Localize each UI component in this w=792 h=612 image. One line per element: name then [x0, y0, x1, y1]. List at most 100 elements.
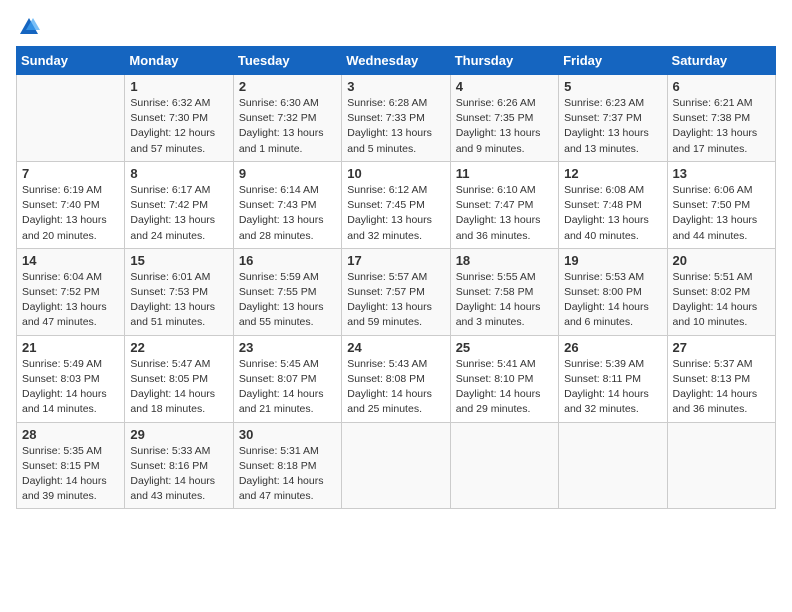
day-info: Sunrise: 5:47 AMSunset: 8:05 PMDaylight:… [130, 357, 227, 418]
day-info: Sunrise: 5:33 AMSunset: 8:16 PMDaylight:… [130, 444, 227, 505]
day-number: 13 [673, 166, 770, 181]
day-number: 20 [673, 253, 770, 268]
calendar-cell: 8 Sunrise: 6:17 AMSunset: 7:42 PMDaylight… [125, 161, 233, 248]
calendar-cell [667, 422, 775, 509]
calendar-cell: 29Sunrise: 5:33 AMSunset: 8:16 PMDayligh… [125, 422, 233, 509]
day-number: 21 [22, 340, 119, 355]
day-info: Sunrise: 6:06 AMSunset: 7:50 PMDaylight:… [673, 183, 770, 244]
day-number: 12 [564, 166, 661, 181]
day-info: Sunrise: 5:57 AMSunset: 7:57 PMDaylight:… [347, 270, 444, 331]
logo [16, 16, 40, 38]
calendar-cell: 21 Sunrise: 5:49 AMSunset: 8:03 PMDayligh… [17, 335, 125, 422]
calendar-cell: 27 Sunrise: 5:37 AMSunset: 8:13 PMDayligh… [667, 335, 775, 422]
calendar-cell: 1 Sunrise: 6:32 AMSunset: 7:30 PMDaylight… [125, 75, 233, 162]
calendar-week-row: 1 Sunrise: 6:32 AMSunset: 7:30 PMDaylight… [17, 75, 776, 162]
day-info: Sunrise: 6:26 AMSunset: 7:35 PMDaylight:… [456, 96, 553, 157]
calendar-week-row: 28 Sunrise: 5:35 AMSunset: 8:15 PMDayligh… [17, 422, 776, 509]
calendar-cell: 22 Sunrise: 5:47 AMSunset: 8:05 PMDayligh… [125, 335, 233, 422]
day-header-wednesday: Wednesday [342, 47, 450, 75]
calendar-cell: 25 Sunrise: 5:41 AMSunset: 8:10 PMDayligh… [450, 335, 558, 422]
day-number: 5 [564, 79, 661, 94]
day-info: Sunrise: 5:41 AMSunset: 8:10 PMDaylight:… [456, 357, 553, 418]
day-info: Sunrise: 6:04 AMSunset: 7:52 PMDaylight:… [22, 270, 119, 331]
day-header-sunday: Sunday [17, 47, 125, 75]
calendar-cell: 26 Sunrise: 5:39 AMSunset: 8:11 PMDayligh… [559, 335, 667, 422]
calendar-week-row: 7Sunrise: 6:19 AMSunset: 7:40 PMDaylight… [17, 161, 776, 248]
day-number: 14 [22, 253, 119, 268]
day-number: 23 [239, 340, 336, 355]
day-number: 3 [347, 79, 444, 94]
day-info: Sunrise: 6:12 AMSunset: 7:45 PMDaylight:… [347, 183, 444, 244]
day-header-tuesday: Tuesday [233, 47, 341, 75]
calendar-cell: 18Sunrise: 5:55 AMSunset: 7:58 PMDayligh… [450, 248, 558, 335]
day-info: Sunrise: 5:51 AMSunset: 8:02 PMDaylight:… [673, 270, 770, 331]
day-info: Sunrise: 5:31 AMSunset: 8:18 PMDaylight:… [239, 444, 336, 505]
day-number: 8 [130, 166, 227, 181]
day-header-monday: Monday [125, 47, 233, 75]
calendar-cell: 12 Sunrise: 6:08 AMSunset: 7:48 PMDayligh… [559, 161, 667, 248]
calendar-cell: 3 Sunrise: 6:28 AMSunset: 7:33 PMDaylight… [342, 75, 450, 162]
day-number: 25 [456, 340, 553, 355]
calendar-cell: 11 Sunrise: 6:10 AMSunset: 7:47 PMDayligh… [450, 161, 558, 248]
calendar-cell: 9Sunrise: 6:14 AMSunset: 7:43 PMDaylight… [233, 161, 341, 248]
day-number: 11 [456, 166, 553, 181]
calendar-cell: 10 Sunrise: 6:12 AMSunset: 7:45 PMDayligh… [342, 161, 450, 248]
calendar-cell: 17 Sunrise: 5:57 AMSunset: 7:57 PMDayligh… [342, 248, 450, 335]
calendar-cell: 5 Sunrise: 6:23 AMSunset: 7:37 PMDaylight… [559, 75, 667, 162]
day-number: 30 [239, 427, 336, 442]
calendar-cell: 2 Sunrise: 6:30 AMSunset: 7:32 PMDaylight… [233, 75, 341, 162]
day-info: Sunrise: 6:10 AMSunset: 7:47 PMDaylight:… [456, 183, 553, 244]
day-header-thursday: Thursday [450, 47, 558, 75]
calendar-cell [450, 422, 558, 509]
day-info: Sunrise: 5:55 AMSunset: 7:58 PMDaylight:… [456, 270, 553, 331]
day-info: Sunrise: 5:49 AMSunset: 8:03 PMDaylight:… [22, 357, 119, 418]
calendar-cell [342, 422, 450, 509]
logo-icon [18, 16, 40, 38]
calendar-cell: 14 Sunrise: 6:04 AMSunset: 7:52 PMDayligh… [17, 248, 125, 335]
day-info: Sunrise: 6:30 AMSunset: 7:32 PMDaylight:… [239, 96, 336, 157]
day-info: Sunrise: 6:21 AMSunset: 7:38 PMDaylight:… [673, 96, 770, 157]
day-number: 17 [347, 253, 444, 268]
calendar-week-row: 14 Sunrise: 6:04 AMSunset: 7:52 PMDayligh… [17, 248, 776, 335]
day-info: Sunrise: 6:19 AMSunset: 7:40 PMDaylight:… [22, 183, 119, 244]
calendar-cell: 7Sunrise: 6:19 AMSunset: 7:40 PMDaylight… [17, 161, 125, 248]
day-info: Sunrise: 6:32 AMSunset: 7:30 PMDaylight:… [130, 96, 227, 157]
day-info: Sunrise: 6:28 AMSunset: 7:33 PMDaylight:… [347, 96, 444, 157]
day-number: 9 [239, 166, 336, 181]
day-number: 27 [673, 340, 770, 355]
day-number: 2 [239, 79, 336, 94]
day-number: 22 [130, 340, 227, 355]
day-header-friday: Friday [559, 47, 667, 75]
calendar-cell: 28 Sunrise: 5:35 AMSunset: 8:15 PMDayligh… [17, 422, 125, 509]
day-info: Sunrise: 5:43 AMSunset: 8:08 PMDaylight:… [347, 357, 444, 418]
calendar-cell: 19 Sunrise: 5:53 AMSunset: 8:00 PMDayligh… [559, 248, 667, 335]
day-number: 10 [347, 166, 444, 181]
day-number: 1 [130, 79, 227, 94]
day-info: Sunrise: 5:37 AMSunset: 8:13 PMDaylight:… [673, 357, 770, 418]
day-number: 15 [130, 253, 227, 268]
day-header-saturday: Saturday [667, 47, 775, 75]
day-number: 16 [239, 253, 336, 268]
day-number: 28 [22, 427, 119, 442]
calendar-cell: 6 Sunrise: 6:21 AMSunset: 7:38 PMDaylight… [667, 75, 775, 162]
page-header [16, 16, 776, 38]
day-number: 6 [673, 79, 770, 94]
day-info: Sunrise: 5:39 AMSunset: 8:11 PMDaylight:… [564, 357, 661, 418]
calendar-cell: 24 Sunrise: 5:43 AMSunset: 8:08 PMDayligh… [342, 335, 450, 422]
day-info: Sunrise: 6:17 AMSunset: 7:42 PMDaylight:… [130, 183, 227, 244]
calendar-cell [17, 75, 125, 162]
day-number: 19 [564, 253, 661, 268]
day-number: 26 [564, 340, 661, 355]
day-info: Sunrise: 5:53 AMSunset: 8:00 PMDaylight:… [564, 270, 661, 331]
day-info: Sunrise: 5:35 AMSunset: 8:15 PMDaylight:… [22, 444, 119, 505]
calendar-cell: 13 Sunrise: 6:06 AMSunset: 7:50 PMDayligh… [667, 161, 775, 248]
calendar-cell: 15 Sunrise: 6:01 AMSunset: 7:53 PMDayligh… [125, 248, 233, 335]
calendar-table: SundayMondayTuesdayWednesdayThursdayFrid… [16, 46, 776, 509]
calendar-cell [559, 422, 667, 509]
calendar-header-row: SundayMondayTuesdayWednesdayThursdayFrid… [17, 47, 776, 75]
day-info: Sunrise: 6:23 AMSunset: 7:37 PMDaylight:… [564, 96, 661, 157]
day-info: Sunrise: 6:01 AMSunset: 7:53 PMDaylight:… [130, 270, 227, 331]
calendar-cell: 23Sunrise: 5:45 AMSunset: 8:07 PMDayligh… [233, 335, 341, 422]
day-number: 24 [347, 340, 444, 355]
day-info: Sunrise: 6:08 AMSunset: 7:48 PMDaylight:… [564, 183, 661, 244]
